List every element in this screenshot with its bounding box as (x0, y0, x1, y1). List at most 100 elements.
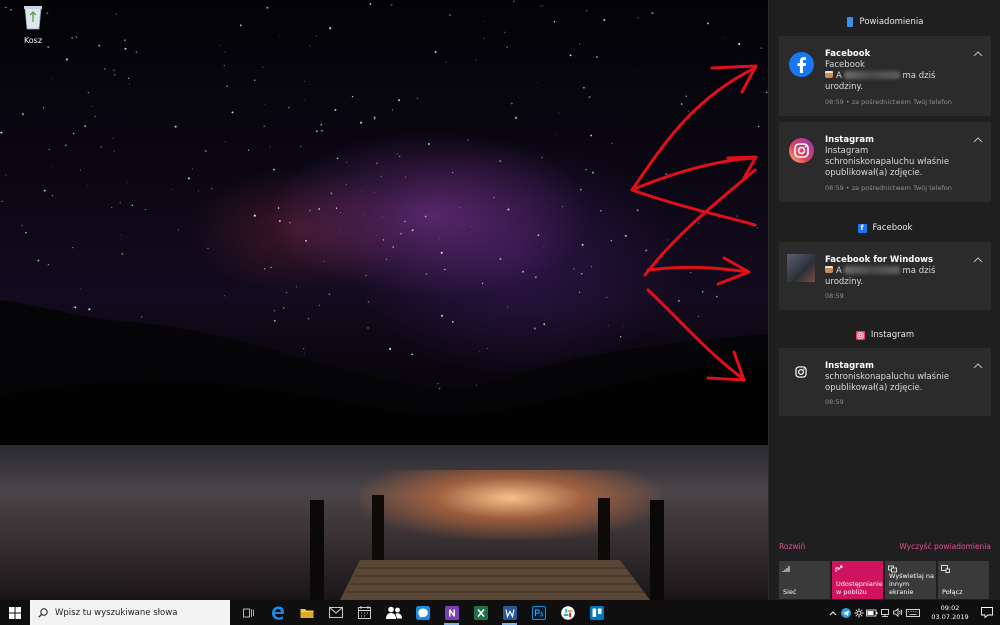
notification-line: Facebook (825, 60, 865, 70)
action-center-panel: Powiadomienia Facebook Facebook A ma dzi… (768, 0, 1000, 600)
chevron-up-icon[interactable] (973, 136, 983, 144)
quick-action-label: Sieć (783, 588, 797, 596)
notification-line: A ma dziś (825, 266, 935, 276)
onenote-icon (444, 605, 459, 620)
birthday-cake-icon (825, 71, 833, 78)
taskbar-people[interactable] (379, 600, 408, 625)
notification-text: ma dziś (902, 71, 936, 81)
action-center-footer: Rozwiń Wyczyść powiadomienia (779, 542, 991, 551)
action-center-button[interactable] (974, 600, 1000, 625)
battery-icon (865, 609, 877, 616)
notification-line: A ma dziś (825, 71, 935, 81)
tray-network[interactable] (878, 600, 891, 625)
windows-logo-icon (9, 606, 21, 619)
notification-line: schroniskonapaluchu właśnie (825, 372, 950, 382)
chevron-up-icon[interactable] (973, 256, 983, 264)
taskbar-clock[interactable]: 09:02 03.07.2019 (926, 604, 974, 622)
slack-icon (560, 605, 575, 620)
notification-app-name: Instagram (825, 135, 874, 145)
phone-icon (846, 17, 853, 27)
tray-keyboard[interactable] (904, 600, 922, 625)
quick-action-label: Wyświetlaj na innym ekranie (889, 572, 934, 596)
excel-icon (473, 605, 488, 620)
connect-icon (941, 565, 950, 573)
action-center-title: Powiadomienia (859, 17, 924, 27)
gear-icon (854, 608, 863, 617)
taskbar-trello[interactable] (582, 600, 611, 625)
taskbar-calendar[interactable] (350, 600, 379, 625)
notification-card-facebook[interactable]: Facebook Facebook A ma dziś urodziny. 08… (779, 36, 991, 116)
taskbar-messenger[interactable] (408, 600, 437, 625)
search-icon (38, 607, 48, 618)
blurred-name (843, 71, 900, 79)
expand-link[interactable]: Rozwiń (779, 542, 805, 551)
notification-card-instagram-app[interactable]: Instagram schroniskonapaluchu właśnie op… (779, 348, 991, 416)
clock-time: 09:02 (940, 603, 960, 612)
search-placeholder: Wpisz tu wyszukiwane słowa (55, 607, 178, 618)
share-icon (835, 565, 843, 572)
quick-actions: Sieć Udostępnianie w pobliżu Wyświetlaj … (779, 561, 1000, 599)
network-icon (782, 566, 790, 572)
wooden-pier (310, 495, 664, 600)
notification-line: Instagram (825, 146, 869, 156)
notification-timestamp: 08:59 • za pośrednictwem Twój telefon (825, 184, 952, 192)
taskbar-file-explorer[interactable] (292, 600, 321, 625)
tray-telegram[interactable] (839, 600, 852, 625)
task-view-button[interactable] (234, 600, 263, 625)
quick-action-project[interactable]: Wyświetlaj na innym ekranie (885, 561, 936, 599)
notification-card-instagram[interactable]: Instagram Instagram schroniskonapaluchu … (779, 122, 991, 202)
notification-app-name: Instagram (825, 361, 874, 371)
notification-app-name: Facebook for Windows (825, 255, 934, 265)
action-center-header: Powiadomienia (769, 12, 1000, 32)
notification-timestamp: 08:59 (825, 398, 844, 406)
notification-card-facebook-windows[interactable]: Facebook for Windows A ma dziś urodziny.… (779, 242, 991, 310)
taskbar-mail[interactable] (321, 600, 350, 625)
group-header-label: Instagram (870, 330, 915, 340)
keyboard-icon (906, 608, 920, 617)
group-header-label: Facebook (872, 223, 913, 233)
notification-line: opublikował(a) zdjęcie. (825, 383, 923, 393)
chevron-up-icon (829, 610, 836, 615)
photoshop-icon (531, 605, 546, 620)
notification-icon (981, 607, 993, 618)
task-view-icon (243, 608, 254, 617)
desktop-wallpaper: Kosz (0, 0, 768, 600)
edge-icon (271, 605, 284, 620)
quick-action-nearby-sharing[interactable]: Udostępnianie w pobliżu (832, 561, 883, 599)
mail-icon (328, 607, 343, 618)
group-header-instagram[interactable]: Instagram (769, 328, 1000, 342)
quick-action-network[interactable]: Sieć (779, 561, 830, 599)
taskbar-slack[interactable] (553, 600, 582, 625)
chevron-up-icon[interactable] (973, 50, 983, 58)
notification-line: opublikował(a) zdjęcie. (825, 168, 923, 178)
tray-battery[interactable] (865, 600, 878, 625)
blurred-name (843, 266, 900, 274)
group-header-facebook[interactable]: f Facebook (769, 221, 1000, 235)
taskbar-onenote[interactable] (437, 600, 466, 625)
taskbar-photoshop[interactable] (524, 600, 553, 625)
taskbar: Wpisz tu wyszukiwane słowa 09:02 03.07.2… (0, 600, 1000, 625)
taskbar-edge[interactable] (263, 600, 292, 625)
recycle-bin-icon (24, 6, 42, 30)
instagram-outline-icon (795, 366, 807, 378)
tray-volume[interactable] (891, 600, 904, 625)
taskbar-excel[interactable] (466, 600, 495, 625)
notification-text: ma dziś (902, 266, 936, 276)
facebook-icon (789, 52, 814, 77)
tray-app[interactable] (852, 600, 865, 625)
taskbar-word[interactable] (495, 600, 524, 625)
telegram-icon (840, 607, 851, 618)
system-tray: 09:02 03.07.2019 (826, 600, 1000, 625)
start-button[interactable] (0, 600, 30, 625)
notification-line: urodziny. (825, 82, 864, 92)
instagram-small-icon (855, 330, 865, 340)
quick-action-connect[interactable]: Połącz (938, 561, 989, 599)
show-hidden-icons-button[interactable] (826, 600, 839, 625)
taskbar-search-box[interactable]: Wpisz tu wyszukiwane słowa (30, 600, 230, 625)
clear-notifications-link[interactable]: Wyczyść powiadomienia (899, 542, 991, 551)
chevron-up-icon[interactable] (973, 362, 983, 370)
messenger-icon (415, 605, 430, 620)
facebook-small-icon: f (857, 223, 867, 233)
notification-app-name: Facebook (825, 49, 871, 59)
recycle-bin[interactable]: Kosz (18, 4, 48, 45)
